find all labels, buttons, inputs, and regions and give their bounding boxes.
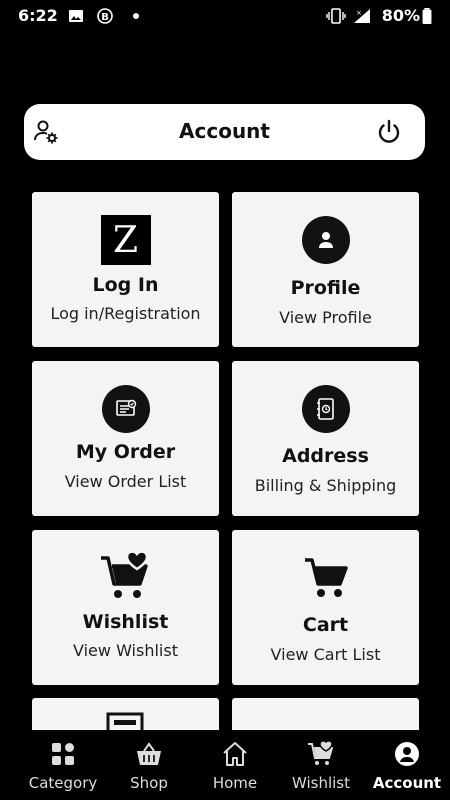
signal-icon: × bbox=[354, 9, 370, 23]
nav-wishlist[interactable]: Wishlist bbox=[276, 730, 366, 800]
svg-text:B: B bbox=[101, 12, 109, 23]
page-title: Account bbox=[179, 119, 270, 143]
wishlist-icon bbox=[308, 740, 334, 765]
image-icon bbox=[69, 10, 83, 22]
tile-address-subtitle: Billing & Shipping bbox=[254, 476, 397, 495]
nav-category-label: Category bbox=[28, 774, 98, 792]
tile-address[interactable]: Address Billing & Shipping bbox=[232, 361, 419, 516]
tile-profile-subtitle: View Profile bbox=[279, 308, 372, 327]
battery-icon bbox=[422, 8, 432, 24]
power-icon[interactable] bbox=[375, 118, 403, 146]
tile-my-order-subtitle: View Order List bbox=[64, 472, 187, 491]
profile-icon bbox=[301, 216, 350, 264]
category-icon bbox=[52, 743, 74, 765]
b-app-icon: B bbox=[97, 8, 113, 24]
tile-address-title: Address bbox=[282, 445, 369, 467]
tile-wishlist[interactable]: Wishlist View Wishlist bbox=[32, 530, 219, 685]
dot-icon bbox=[133, 13, 139, 19]
status-bar: 6:22 B × 80% bbox=[0, 0, 450, 32]
nav-wishlist-label: Wishlist bbox=[291, 774, 351, 792]
tile-login-subtitle: Log in/Registration bbox=[50, 304, 201, 323]
svg-text:×: × bbox=[356, 9, 362, 17]
order-icon bbox=[101, 385, 150, 433]
address-book-icon bbox=[301, 385, 350, 433]
bottom-navigation: Category Shop Home Wishlist Account bbox=[0, 730, 450, 800]
nav-category[interactable]: Category bbox=[18, 730, 108, 800]
shop-basket-icon bbox=[137, 742, 161, 765]
tile-profile[interactable]: Profile View Profile bbox=[232, 192, 419, 347]
home-icon bbox=[223, 742, 247, 766]
tile-login-title: Log In bbox=[92, 274, 159, 296]
tile-cart[interactable]: Cart View Cart List bbox=[232, 530, 419, 685]
account-header: Account bbox=[24, 104, 425, 160]
nav-shop-label: Shop bbox=[130, 774, 168, 792]
battery-percent: 80% bbox=[381, 6, 420, 25]
tile-wishlist-subtitle: View Wishlist bbox=[73, 641, 178, 660]
nav-shop[interactable]: Shop bbox=[104, 730, 194, 800]
wishlist-cart-icon bbox=[100, 550, 148, 598]
vibrate-icon bbox=[326, 8, 346, 24]
status-time: 6:22 bbox=[18, 6, 58, 25]
z-logo: Z bbox=[100, 215, 151, 265]
cart-icon bbox=[304, 558, 348, 597]
nav-account[interactable]: Account bbox=[362, 730, 450, 800]
nav-home-label: Home bbox=[212, 774, 258, 792]
tile-my-order[interactable]: My Order View Order List bbox=[32, 361, 219, 516]
nav-home[interactable]: Home bbox=[190, 730, 280, 800]
tile-wishlist-title: Wishlist bbox=[82, 611, 169, 633]
tile-cart-title: Cart bbox=[302, 614, 349, 636]
tile-my-order-title: My Order bbox=[75, 441, 176, 463]
tile-profile-title: Profile bbox=[290, 277, 361, 299]
tile-cart-subtitle: View Cart List bbox=[270, 645, 381, 664]
tile-login[interactable]: Z Log In Log in/Registration bbox=[32, 192, 219, 347]
nav-account-label: Account bbox=[372, 774, 442, 792]
account-icon bbox=[395, 742, 419, 766]
